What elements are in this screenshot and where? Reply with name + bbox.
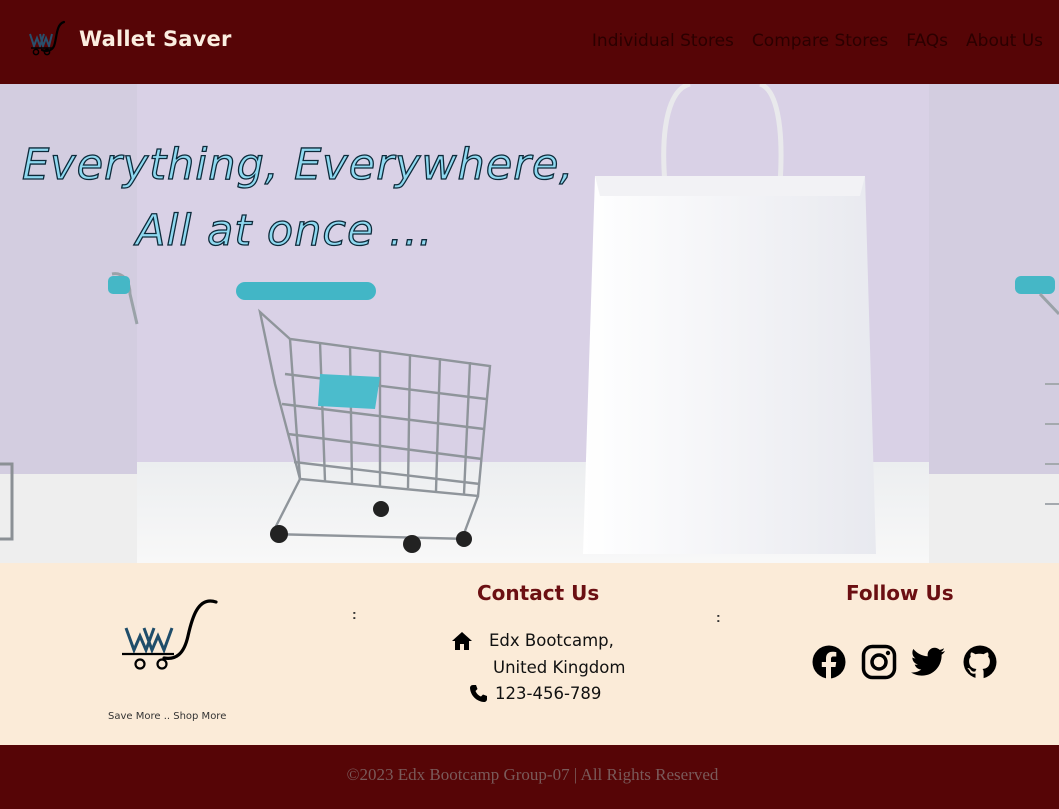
navbar: Wallet Saver Individual Stores Compare S… [0,0,1059,84]
home-icon [452,632,472,650]
nav-about-us[interactable]: About Us [966,31,1043,51]
hero-banner: Everything, Everywhere, All at once ... [0,84,1059,563]
github-icon[interactable] [962,644,998,680]
facebook-icon[interactable] [811,644,847,680]
contact-title: Contact Us [477,581,600,605]
hero-headline-line-1: Everything, Everywhere, [21,139,575,190]
nav-compare-stores[interactable]: Compare Stores [752,31,888,51]
copyright-text: ©2023 Edx Bootcamp Group-07 | All Rights… [346,765,719,784]
brand-title[interactable]: Wallet Saver [79,27,232,51]
nav-faqs[interactable]: FAQs [906,31,948,51]
nav-links: Individual Stores Compare Stores FAQs Ab… [592,31,1043,51]
phone-icon [470,685,487,702]
divider: : [352,606,357,622]
footer-info: Save More .. Shop More : : Contact Us Ed… [0,563,1059,745]
contact-address-line-2: United Kingdom [493,658,626,677]
divider: : [716,609,721,625]
contact-phone[interactable]: 123-456-789 [495,684,601,703]
nav-individual-stores[interactable]: Individual Stores [592,31,734,51]
brand-logo-icon[interactable] [26,18,70,58]
footer-tagline: Save More .. Shop More [108,711,227,722]
follow-title: Follow Us [846,581,954,605]
hero-headline-line-2: All at once ... [135,205,434,256]
contact-address-line-1: Edx Bootcamp, [489,631,614,650]
twitter-icon[interactable] [910,644,946,680]
instagram-icon[interactable] [861,644,897,680]
footer-logo-icon[interactable] [118,598,222,674]
copyright-bar: ©2023 Edx Bootcamp Group-07 | All Rights… [0,745,1059,809]
